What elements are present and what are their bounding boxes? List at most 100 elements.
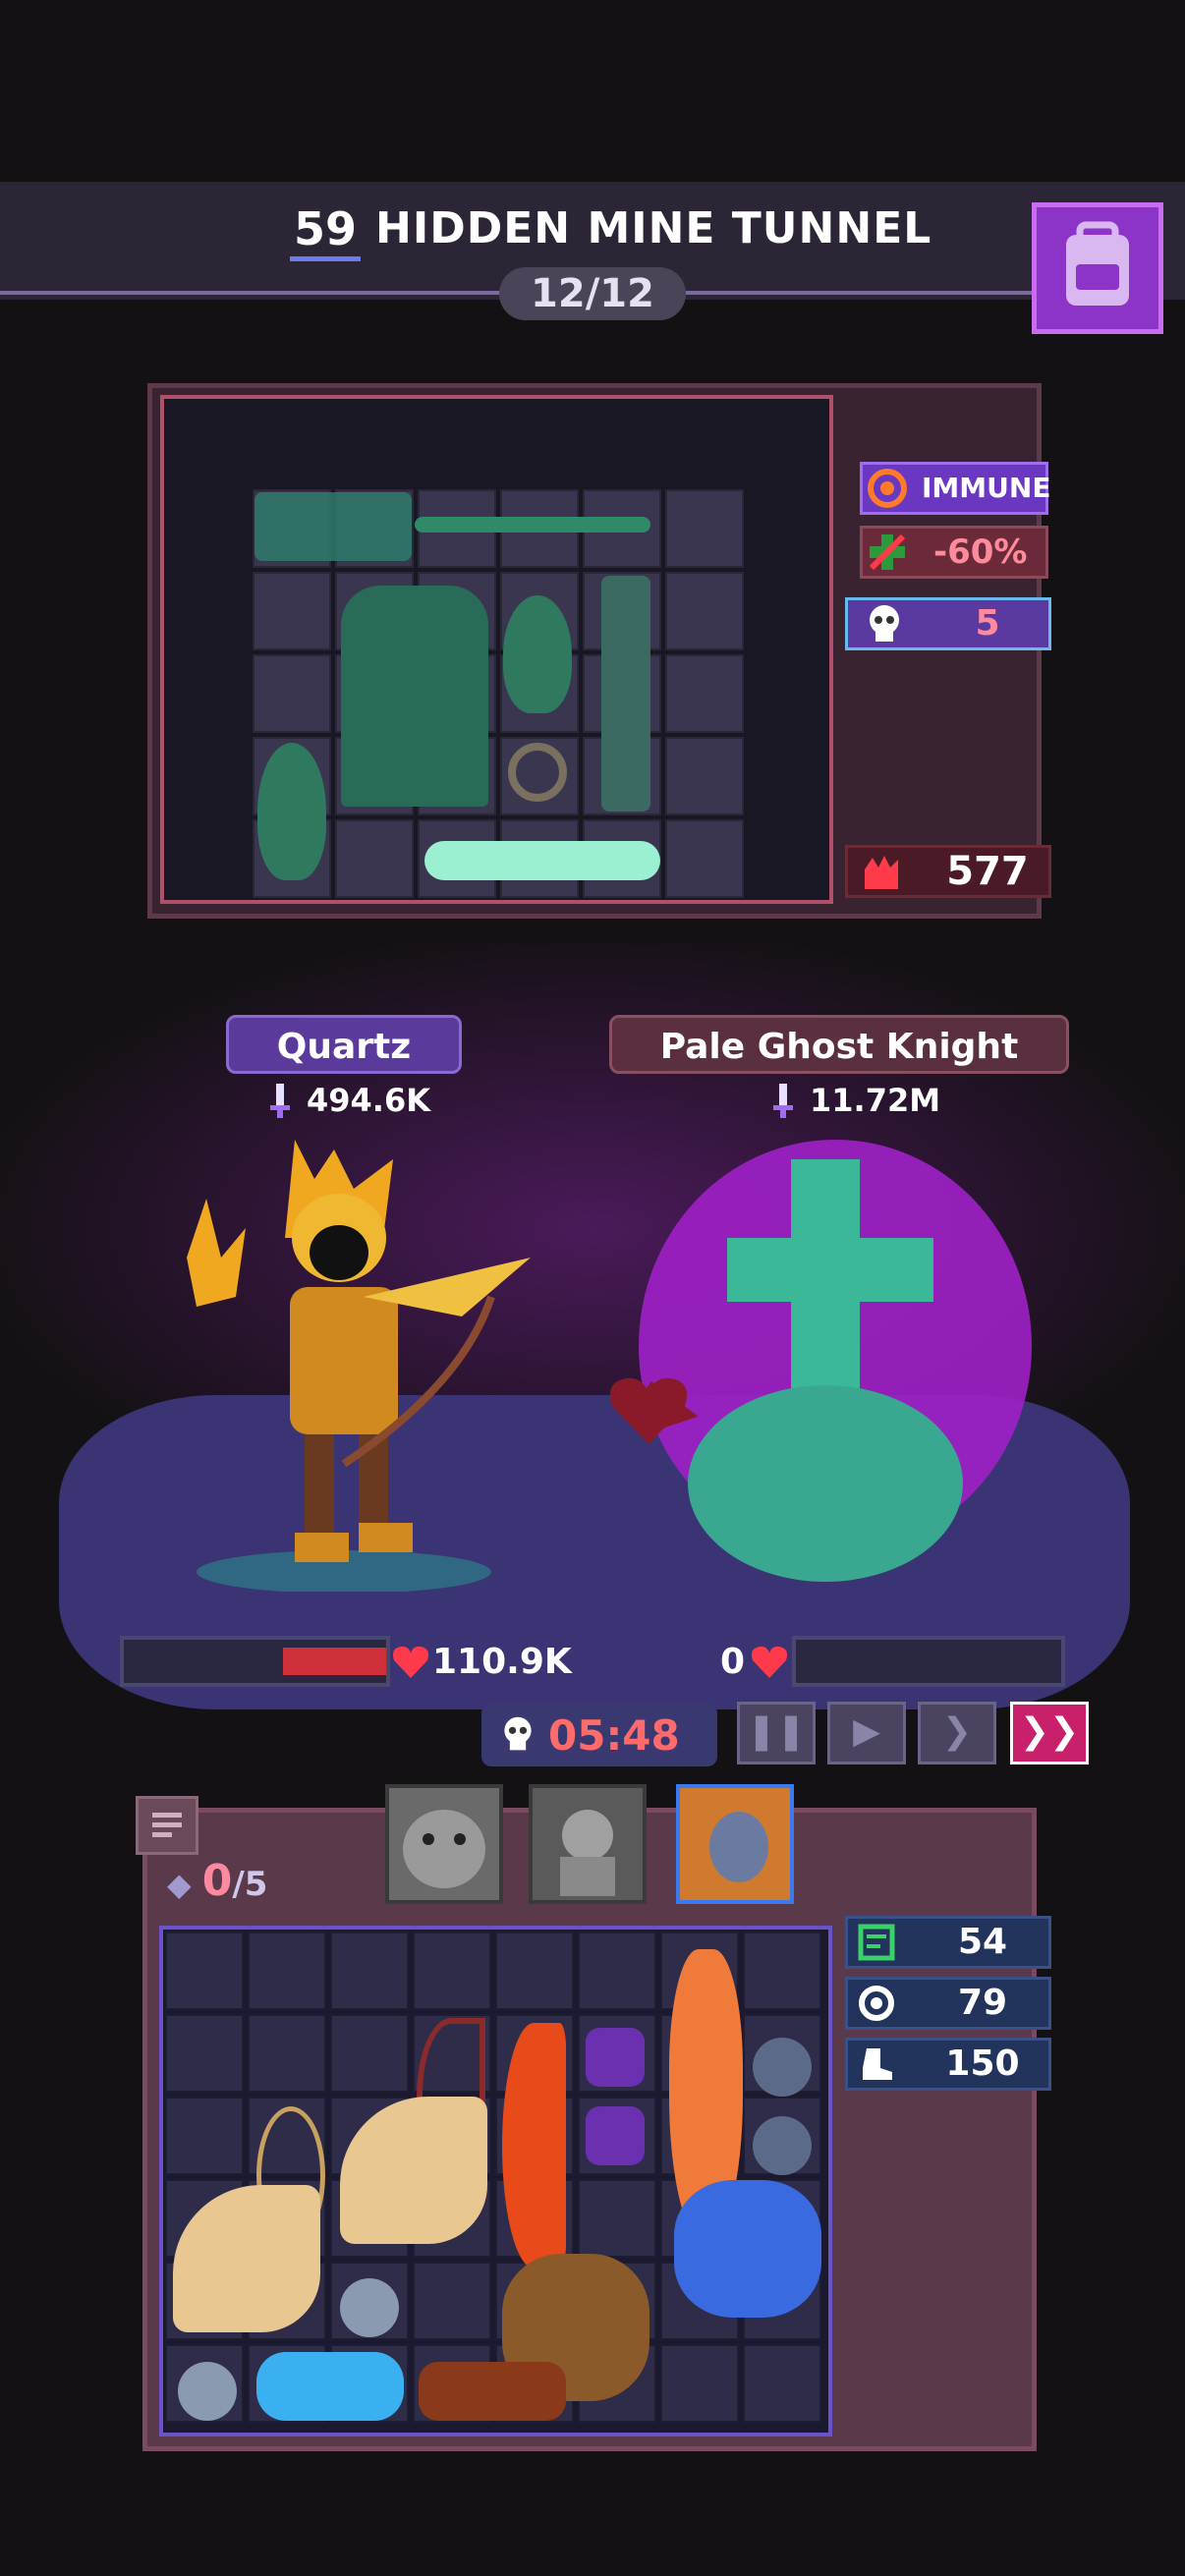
inventory-cell[interactable] — [578, 1932, 656, 2010]
enemy-ring-item[interactable] — [508, 743, 567, 802]
stat-value-2: 79 — [957, 1983, 1008, 2023]
potion-item-2[interactable] — [586, 2106, 645, 2165]
fast-forward-icon: ❯ — [941, 1711, 973, 1752]
skull-timer-icon — [493, 1709, 542, 1759]
rage-value: 577 — [946, 849, 1029, 894]
level-number: 59 — [290, 201, 362, 261]
inventory-cell[interactable] — [665, 572, 744, 650]
enemy-blade-item[interactable] — [424, 841, 660, 880]
inventory-cell[interactable] — [495, 1932, 574, 2010]
inventory-cell[interactable] — [413, 2262, 491, 2340]
fast-forward-button[interactable]: ❯ — [918, 1702, 996, 1764]
no-heal-icon — [863, 528, 912, 577]
inventory-cell[interactable] — [660, 2344, 739, 2423]
slots-used: 0 — [201, 1856, 233, 1906]
inventory-cell[interactable] — [253, 654, 331, 733]
inventory-cell[interactable] — [165, 2014, 244, 2093]
player-power: 494.6K — [307, 1082, 431, 1119]
companion-portrait-1[interactable] — [385, 1784, 503, 1904]
potion-item-1[interactable] — [586, 2028, 645, 2087]
enemy-power: 11.72M — [810, 1082, 941, 1119]
slot-counter: ◆ 0/5 — [167, 1856, 268, 1906]
skull-stack-value: 5 — [975, 603, 1000, 644]
ghost-companion-icon — [560, 1810, 615, 1896]
chart-icon — [847, 1918, 906, 1967]
companion-portrait-2[interactable] — [529, 1784, 647, 1904]
battle-timer: 05:48 — [548, 1711, 680, 1760]
immune-label: IMMUNE — [922, 472, 1051, 504]
lantern-item-1[interactable] — [340, 2278, 399, 2337]
lantern-item-2[interactable] — [178, 2362, 237, 2421]
companion-portrait-3[interactable] — [676, 1784, 794, 1904]
enemy-inventory-grid — [160, 395, 833, 904]
inventory-cell[interactable] — [248, 1932, 326, 2010]
burn-icon — [863, 464, 912, 513]
enemy-hp-bar — [792, 1636, 1065, 1687]
boot-icon — [847, 2040, 906, 2089]
backpack-grid — [159, 1926, 832, 2436]
enemy-name: Pale Ghost Knight — [659, 1027, 1019, 1067]
enemy-flame-item[interactable] — [503, 595, 572, 713]
sword-icon — [263, 1081, 297, 1120]
boot-item[interactable] — [419, 2362, 566, 2421]
rock-beast-icon — [403, 1810, 485, 1888]
inventory-cell[interactable] — [335, 819, 414, 898]
sword-icon-enemy — [766, 1081, 800, 1120]
damage-reduction-value: -60% — [933, 532, 1028, 572]
backpack-icon — [1066, 221, 1129, 306]
fastest-speed-icon: ❯❯ — [1019, 1711, 1080, 1752]
wizard-fish-item[interactable] — [674, 2180, 821, 2318]
inventory-cell[interactable] — [665, 654, 744, 733]
wave-counter: 12/12 — [499, 267, 686, 320]
level-title: HIDDEN MINE TUNNEL — [375, 203, 932, 253]
enemy-flame-item-2[interactable] — [257, 743, 326, 880]
inventory-cell[interactable] — [665, 489, 744, 568]
player-name: Quartz — [276, 1027, 412, 1067]
gear-shield-icon — [847, 1979, 906, 2028]
enemy-helmet-item[interactable] — [254, 492, 412, 561]
player-hp-bar — [120, 1636, 390, 1687]
enemy-name-tag: Pale Ghost Knight — [609, 1015, 1069, 1074]
lightning-item[interactable] — [256, 2352, 404, 2421]
inventory-cell[interactable] — [743, 1932, 821, 2010]
pause-button[interactable]: ❚❚ — [737, 1702, 816, 1764]
skull-icon — [853, 599, 916, 648]
slots-total: /5 — [232, 1865, 268, 1904]
backpack-button[interactable] — [1032, 202, 1163, 334]
pause-icon: ❚❚ — [746, 1711, 807, 1752]
enemy-sword-item[interactable] — [601, 576, 650, 812]
enemy-arrow-item[interactable] — [415, 517, 650, 532]
fastest-speed-button[interactable]: ❯❯ — [1010, 1702, 1089, 1764]
inventory-cell[interactable] — [330, 2014, 409, 2093]
player-hp-fill — [283, 1648, 386, 1675]
inventory-cell[interactable] — [330, 1932, 409, 2010]
rage-icon — [847, 845, 916, 898]
enemy-armor-item[interactable] — [341, 586, 488, 807]
stat-value-1: 54 — [957, 1922, 1008, 1962]
lantern-item-3[interactable] — [753, 2038, 812, 2097]
inventory-cell[interactable] — [665, 737, 744, 815]
inventory-cell[interactable] — [165, 1932, 244, 2010]
backpack-menu-button[interactable] — [136, 1796, 198, 1855]
play-icon: ▶ — [853, 1711, 880, 1752]
heart-icon-enemy — [747, 1641, 792, 1684]
inventory-cell[interactable] — [253, 572, 331, 650]
inventory-cell[interactable] — [665, 819, 744, 898]
enemy-hp-value: 0 — [720, 1642, 746, 1682]
flame-bow-item[interactable] — [502, 2023, 566, 2268]
play-button[interactable]: ▶ — [827, 1702, 906, 1764]
enemy-character — [629, 1130, 1042, 1582]
player-character — [167, 1120, 540, 1594]
inventory-cell[interactable] — [165, 2097, 244, 2175]
lantern-item-4[interactable] — [753, 2116, 812, 2175]
inventory-cell[interactable] — [413, 1932, 491, 2010]
fox-companion-icon — [680, 1788, 790, 1900]
player-name-tag: Quartz — [226, 1015, 462, 1074]
broken-heart-icon — [604, 1371, 693, 1449]
inventory-cell[interactable] — [248, 2014, 326, 2093]
heart-icon — [388, 1641, 433, 1684]
inventory-cell[interactable] — [743, 2344, 821, 2423]
inventory-cell[interactable] — [578, 2179, 656, 2258]
list-icon — [152, 1813, 182, 1837]
stat-value-3: 150 — [945, 2044, 1020, 2084]
